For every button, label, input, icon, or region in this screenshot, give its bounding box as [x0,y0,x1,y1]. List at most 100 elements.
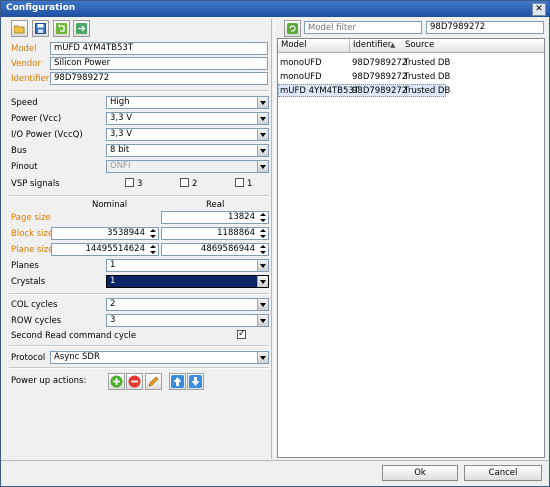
close-button[interactable]: ✕ [532,3,546,16]
divider [9,293,269,295]
power-label: Power (Vcc) [11,114,62,124]
column-source[interactable]: Source [402,39,544,52]
identifier-label: Identifier [11,74,50,84]
identifier-field[interactable]: 98D7989272 [50,72,268,85]
panel-splitter[interactable] [271,19,275,459]
undo-icon [56,23,67,34]
bus-select[interactable]: 8 bit [106,144,269,157]
plane-size-real-field[interactable]: 4869586944 [161,243,269,256]
divider [9,367,269,369]
vendor-label: Vendor [11,59,41,69]
export-button[interactable] [73,20,90,37]
cell-model: mUFD 4YM4TB53T [280,86,360,96]
table-row[interactable]: monoUFD 98D7989272 Trusted DB [278,57,450,70]
chevron-down-icon [257,315,268,326]
vsp-2-label: 2 [192,179,198,189]
crystals-select[interactable]: 1 [106,275,269,288]
cell-source: Trusted DB [404,58,451,68]
table-row[interactable]: monoUFD 98D7989272 Trusted DB [278,71,450,84]
nominal-header: Nominal [92,200,128,210]
vsp-label: VSP signals [11,179,60,189]
bus-label: Bus [11,146,27,156]
speed-select[interactable]: High [106,96,269,109]
block-size-label: Block size [11,229,54,239]
plane-size-nominal-field[interactable]: 14495514624 [51,243,159,256]
spin-arrows-icon[interactable] [258,212,268,223]
divider [9,195,269,197]
speed-label: Speed [11,98,38,108]
filter-refresh-button[interactable] [284,20,301,37]
save-button[interactable] [32,20,49,37]
page-size-label: Page size [11,213,51,223]
move-down-button[interactable] [187,373,204,390]
refresh-icon [287,23,298,34]
chevron-down-icon [257,113,268,124]
add-action-button[interactable] [108,373,125,390]
row-cycles-select[interactable]: 3 [106,314,269,327]
second-read-checkbox[interactable]: ✓ [237,330,246,339]
arrow-up-icon [171,375,184,388]
chevron-down-icon [257,276,268,287]
check-icon: ✓ [238,329,246,339]
power-up-label: Power up actions: [11,376,87,386]
table-row-selected[interactable]: mUFD 4YM4TB53T 98D7989272 Trusted DB [278,84,450,97]
io-power-select[interactable]: 3,3 V [106,128,269,141]
model-field[interactable]: mUFD 4YM4TB53T [50,42,268,55]
move-up-button[interactable] [169,373,186,390]
model-table: Model Identifier ▲ Source monoUFD 98D798… [277,38,545,458]
col-cycles-select[interactable]: 2 [106,298,269,311]
chevron-down-icon [257,260,268,271]
chevron-down-icon [257,299,268,310]
title-bar: Configuration ✕ [1,1,549,17]
row-cycles-label: ROW cycles [11,316,62,326]
window-title: Configuration [6,3,76,13]
cell-identifier: 98D7989272 [352,86,408,96]
power-select[interactable]: 3,3 V [106,112,269,125]
vendor-field[interactable]: Silicon Power [50,57,268,70]
export-icon [76,23,87,34]
page-size-real-field[interactable]: 13824 [161,211,269,224]
open-folder-icon [14,25,25,34]
vsp-1-checkbox[interactable] [235,178,244,187]
close-icon: ✕ [535,4,543,14]
chevron-down-icon [257,352,268,363]
planes-select[interactable]: 1 [106,259,269,272]
chevron-down-icon [257,129,268,140]
vsp-2-checkbox[interactable] [180,178,189,187]
model-label: Model [11,44,37,54]
vsp-3-checkbox[interactable] [125,178,134,187]
cancel-button[interactable]: Cancel [464,465,542,481]
protocol-label: Protocol [11,353,46,363]
protocol-select[interactable]: Async SDR [50,351,269,364]
identifier-filter-input[interactable]: 98D7989272 [426,21,544,34]
remove-icon [128,375,141,388]
block-size-real-field[interactable]: 1188864 [161,227,269,240]
spin-arrows-icon[interactable] [148,244,158,255]
undo-button[interactable] [53,20,70,37]
open-button[interactable] [11,20,28,37]
block-size-nominal-field[interactable]: 3538944 [51,227,159,240]
ok-button[interactable]: Ok [382,465,458,481]
pinout-select[interactable]: ONFI [106,160,269,173]
spin-arrows-icon[interactable] [258,228,268,239]
configuration-window: Configuration ✕ Model mUFD 4YM4TB53T Ven… [0,0,550,487]
pencil-icon [148,376,159,387]
divider [9,90,269,92]
io-power-label: I/O Power (VccQ) [11,130,83,140]
chevron-down-icon [257,161,268,172]
second-read-label: Second Read command cycle [11,331,137,341]
col-cycles-label: COL cycles [11,300,58,310]
column-model[interactable]: Model [278,39,350,52]
cell-model: monoUFD [280,72,322,82]
cell-source: Trusted DB [404,86,451,96]
spin-arrows-icon[interactable] [258,244,268,255]
edit-action-button[interactable] [145,373,162,390]
add-icon [110,375,123,388]
remove-action-button[interactable] [126,373,143,390]
chevron-down-icon [257,97,268,108]
cell-model: monoUFD [280,58,322,68]
model-filter-input[interactable] [304,21,422,34]
table-header: Model Identifier ▲ Source [278,39,544,53]
plane-size-label: Plane size [11,245,54,255]
spin-arrows-icon[interactable] [148,228,158,239]
